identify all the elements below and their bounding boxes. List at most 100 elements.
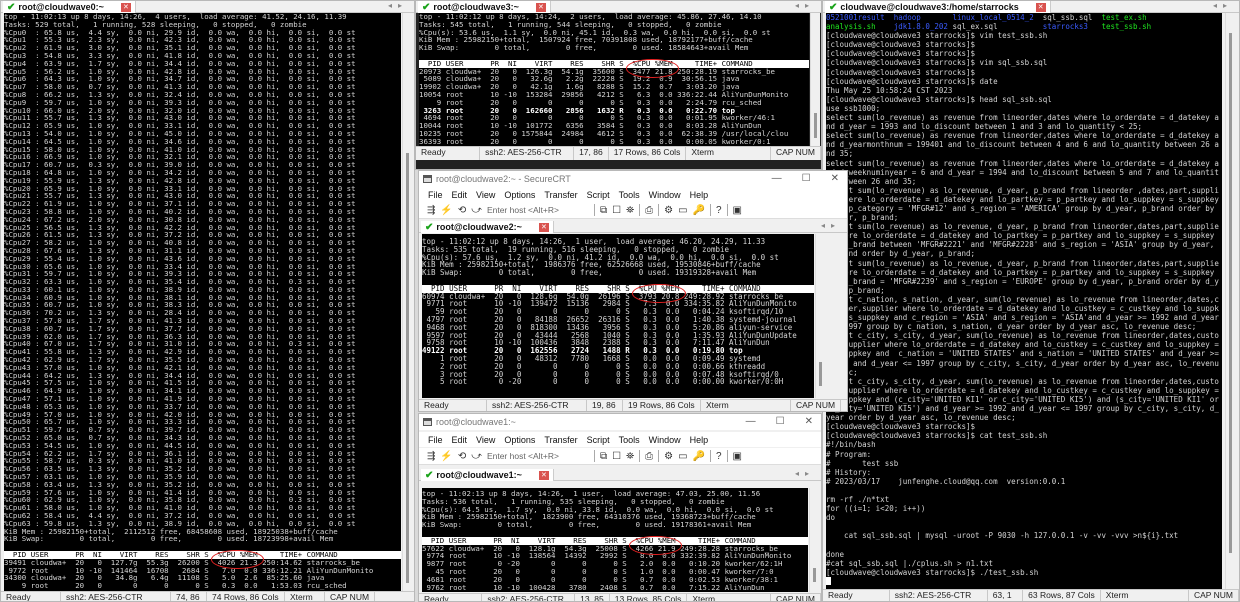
terminal[interactable]: 0521001result hadoop linux_local_0514_2 … [826, 13, 1222, 589]
close-window-icon[interactable]: ✕ [805, 416, 813, 427]
copy-icon[interactable]: ⧉ [600, 205, 607, 216]
tab-scroll-arrows-icon[interactable]: ◂▸ [795, 469, 815, 478]
quick-connect-icon[interactable]: ⚡ [440, 205, 452, 216]
session-tab[interactable]: ✔ root@cloudwave0:~ ✕ [3, 1, 136, 13]
process-row[interactable]: 9762 root 10 -10 100428 3780 2408 S 0.7 … [422, 583, 808, 592]
disconnect-icon[interactable]: ⤻ [471, 205, 482, 216]
title-bar[interactable]: root@cloudwave2:~ - SecureCRT — ☐ ✕ [419, 171, 847, 187]
process-row[interactable]: 9 root 20 0 0 0 0 S 0.3 0.0 1:53.03 rcu_… [4, 582, 401, 590]
executable-name: analysis.sh [826, 22, 876, 32]
title-bar[interactable]: root@cloudwave1:~ — ☐ ✕ [419, 414, 821, 430]
keymap-icon[interactable]: ▭ [678, 205, 687, 216]
connect-icon[interactable]: ⇶ [427, 205, 435, 216]
session-tab[interactable]: ✔ root@cloudwave1:~ ✕ [421, 469, 554, 481]
vertical-scrollbar[interactable] [1225, 13, 1235, 589]
maximize-icon[interactable]: ☐ [776, 416, 785, 427]
menu-script[interactable]: Script [587, 190, 610, 200]
help-icon[interactable]: ? [716, 205, 722, 216]
menu-window[interactable]: Window [649, 435, 681, 445]
menu-help[interactable]: Help [690, 190, 709, 200]
maximize-icon[interactable]: ☐ [802, 173, 811, 184]
menu-tools[interactable]: Tools [619, 190, 640, 200]
status-term-type: Xterm [701, 400, 791, 411]
status-caps: CAP NUM [791, 400, 842, 411]
terminal[interactable]: top - 11:02:13 up 8 days, 14:26, 4 users… [4, 13, 401, 591]
quick-connect-icon[interactable]: ⚡ [440, 451, 452, 462]
directory-name: starrocks3 [1042, 22, 1088, 32]
close-tab-icon[interactable]: ✕ [120, 2, 131, 12]
toolbar-separator [726, 450, 728, 462]
minimize-icon[interactable]: — [746, 416, 756, 427]
menu-tools[interactable]: Tools [619, 435, 640, 445]
print-icon[interactable]: ⎙ [645, 205, 653, 216]
vertical-scrollbar[interactable] [402, 13, 412, 591]
process-row[interactable]: 36393 root 20 0 0 0 0 S 0.3 0.0 0:00.05 … [419, 137, 809, 146]
terminal-line: ustomer,supplier where lo_orderdate = d_… [826, 304, 1219, 313]
screenshot-icon[interactable]: ▣ [733, 451, 742, 462]
find-icon[interactable]: ⛯ [626, 205, 634, 216]
close-tab-icon[interactable]: ✕ [538, 470, 549, 480]
terminal-line: <= 1997 group by c_nation, s_nation, d_y… [826, 322, 1197, 332]
menu-options[interactable]: Options [504, 190, 535, 200]
menu-edit[interactable]: Edit [452, 435, 468, 445]
menu-file[interactable]: File [428, 190, 443, 200]
ls-output-line: analysis.sh jdk1.8.0_202 sql_ex.sql star… [826, 22, 1222, 31]
close-tab-icon[interactable]: ✕ [535, 2, 546, 12]
close-window-icon[interactable]: ✕ [831, 173, 839, 184]
host-input[interactable]: Enter host <Alt+R> [487, 451, 559, 461]
menu-view[interactable]: View [476, 190, 495, 200]
tab-scroll-arrows-icon[interactable]: ◂▸ [821, 221, 841, 230]
reconnect-icon[interactable]: ⟲ [458, 205, 466, 216]
host-input[interactable]: Enter host <Alt+R> [487, 205, 559, 215]
connect-icon[interactable]: ⇶ [427, 451, 435, 462]
vertical-scrollbar[interactable] [809, 488, 819, 592]
keymap-icon[interactable]: ▭ [678, 451, 687, 462]
menu-view[interactable]: View [476, 435, 495, 445]
session-tab[interactable]: ✔ root@cloudwave2:~ ✕ [421, 221, 554, 233]
vertical-scrollbar[interactable] [815, 234, 825, 398]
menu-transfer[interactable]: Transfer [544, 190, 577, 200]
terminal-line: select sum(lo_revenue) as revenue from l… [826, 158, 1219, 168]
sftp-key-icon[interactable]: 🔑 [693, 451, 705, 462]
process-row[interactable]: 5 root 0 -20 0 0 0 S 0.0 0.0 0:00.00 kwo… [422, 378, 814, 386]
tab-scroll-arrows-icon[interactable]: ◂▸ [795, 1, 815, 10]
menu-file[interactable]: File [428, 435, 443, 445]
session-tab[interactable]: ✔ root@cloudwave3:~ ✕ [418, 1, 551, 13]
disconnect-icon[interactable]: ⤻ [471, 451, 482, 462]
reconnect-icon[interactable]: ⟲ [458, 451, 466, 462]
tab-scroll-arrows-icon[interactable]: ◂▸ [1213, 1, 1233, 10]
terminal-line: [cloudwave@cloudwave3 starrocks]$ [826, 67, 976, 77]
terminal-line: # Program: [826, 449, 872, 459]
close-tab-icon[interactable]: ✕ [538, 222, 549, 232]
terminal[interactable]: top - 11:02:12 up 8 days, 14:26, 1 user,… [422, 234, 814, 398]
terminal-line: nd d_yearmonthnum = 199401 and lo_discou… [826, 140, 1219, 150]
sftp-key-icon[interactable]: 🔑 [693, 205, 705, 216]
minimize-icon[interactable]: — [772, 173, 782, 184]
settings-icon[interactable]: ⚙ [664, 205, 673, 216]
help-icon[interactable]: ? [716, 451, 722, 462]
vertical-scrollbar[interactable] [810, 13, 820, 146]
menu-script[interactable]: Script [587, 435, 610, 445]
tab-scroll-arrows-icon[interactable]: ◂▸ [388, 1, 408, 10]
session-tab[interactable]: ✔ cloudwave@cloudwave3:/home/starrocks ✕ [825, 1, 1051, 13]
print-icon[interactable]: ⎙ [645, 451, 653, 462]
copy-icon[interactable]: ⧉ [600, 451, 607, 462]
file-name [885, 13, 894, 22]
menu-help[interactable]: Help [690, 435, 709, 445]
status-ready: Ready [416, 147, 481, 160]
menu-window[interactable]: Window [649, 190, 681, 200]
menu-transfer[interactable]: Transfer [544, 435, 577, 445]
close-tab-icon[interactable]: ✕ [1035, 2, 1046, 12]
screenshot-icon[interactable]: ▣ [733, 205, 742, 216]
file-name [876, 22, 894, 31]
paste-icon[interactable]: ☐ [612, 451, 621, 462]
find-icon[interactable]: ⛯ [626, 451, 634, 462]
terminal[interactable]: top - 11:02:12 up 8 days, 14:24, 2 users… [419, 13, 809, 146]
settings-icon[interactable]: ⚙ [664, 451, 673, 462]
menu-edit[interactable]: Edit [452, 190, 468, 200]
menu-options[interactable]: Options [504, 435, 535, 445]
terminal-line: nd 35; [826, 149, 854, 159]
summary-line: KiB Swap: 0 total, 0 free, 0 used. 18723… [4, 534, 334, 544]
terminal[interactable]: top - 11:02:13 up 8 days, 14:26, 1 user,… [422, 488, 808, 592]
paste-icon[interactable]: ☐ [612, 205, 621, 216]
